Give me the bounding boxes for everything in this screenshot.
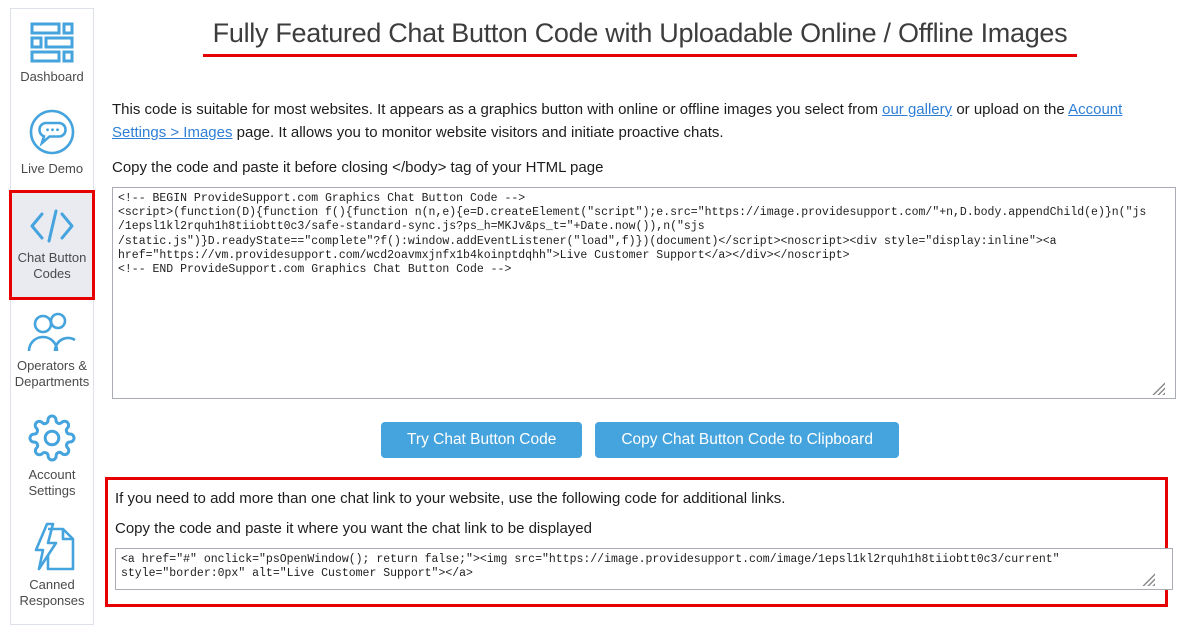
sidebar-item-chat-button-codes[interactable]: Chat Button Codes (9, 190, 95, 301)
sidebar-item-canned-responses[interactable]: Canned Responses (11, 511, 93, 622)
extra-code-container: <a href="#" onclick="psOpenWindow(); ret… (115, 548, 1158, 590)
dashboard-icon (30, 22, 74, 64)
page-title: Fully Featured Chat Button Code with Upl… (203, 18, 1078, 57)
chat-link-code-textarea[interactable]: <a href="#" onclick="psOpenWindow(); ret… (115, 548, 1173, 590)
chat-bubble-icon (28, 108, 76, 156)
app-window: Dashboard Live Demo (0, 0, 1192, 625)
intro-text-2: or upload on the (952, 101, 1068, 118)
lightning-page-icon (28, 522, 76, 572)
intro-text-3: page. It allows you to monitor website v… (232, 124, 723, 141)
additional-copy-instruction: Copy the code and paste it where you wan… (115, 520, 1158, 537)
button-row: Try Chat Button Code Copy Chat Button Co… (112, 422, 1168, 458)
code-icon (29, 207, 75, 245)
sidebar-item-label: Account Settings (13, 467, 91, 500)
sidebar-item-account-settings[interactable]: Account Settings (11, 403, 93, 512)
gear-icon (28, 414, 76, 462)
copy-code-to-clipboard-button[interactable]: Copy Chat Button Code to Clipboard (595, 422, 899, 458)
try-chat-button-code-button[interactable]: Try Chat Button Code (381, 422, 582, 458)
sidebar-item-label: Canned Responses (13, 577, 91, 610)
intro-paragraph: This code is suitable for most websites.… (112, 99, 1168, 144)
sidebar-item-dashboard[interactable]: Dashboard (11, 11, 93, 97)
chat-button-code-textarea[interactable]: <!-- BEGIN ProvideSupport.com Graphics C… (112, 187, 1176, 399)
sidebar-item-live-demo[interactable]: Live Demo (11, 97, 93, 189)
sidebar: Dashboard Live Demo (10, 8, 94, 625)
copy-instruction: Copy the code and paste it before closin… (112, 159, 1168, 176)
main-code-container: <!-- BEGIN ProvideSupport.com Graphics C… (112, 187, 1168, 399)
sidebar-item-label: Live Demo (21, 161, 83, 177)
sidebar-item-label: Dashboard (20, 69, 84, 85)
additional-links-section: If you need to add more than one chat li… (105, 477, 1168, 607)
sidebar-item-label: Operators & Departments (13, 358, 91, 391)
intro-text-1: This code is suitable for most websites.… (112, 101, 882, 118)
sidebar-item-operators-departments[interactable]: Operators & Departments (11, 300, 93, 403)
sidebar-item-label: Chat Button Codes (14, 250, 90, 283)
additional-links-info: If you need to add more than one chat li… (115, 490, 1158, 507)
our-gallery-link[interactable]: our gallery (882, 101, 952, 118)
operators-icon (27, 311, 77, 353)
main-content: Fully Featured Chat Button Code with Upl… (94, 0, 1176, 607)
